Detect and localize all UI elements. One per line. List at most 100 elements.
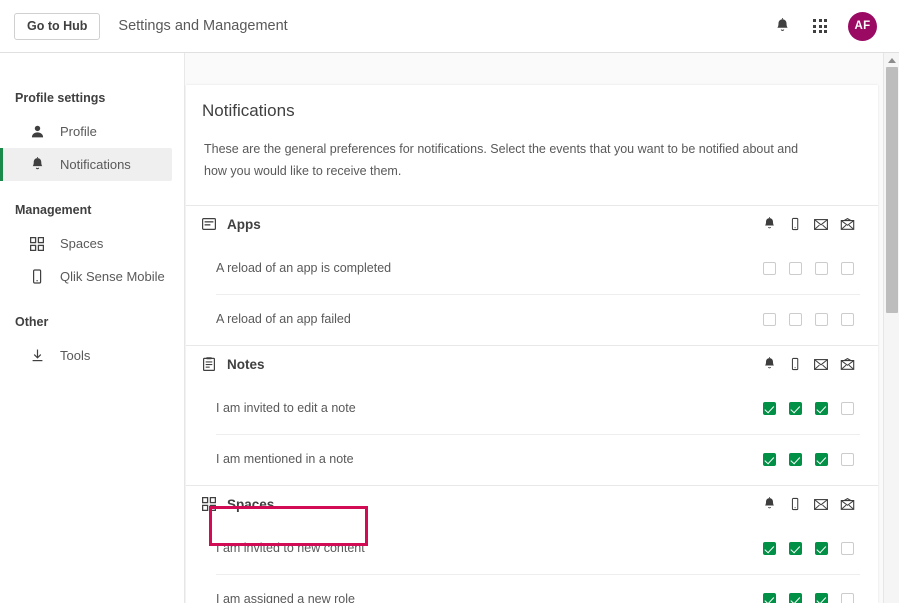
envelope-icon[interactable] bbox=[808, 218, 834, 230]
top-bar: Go to Hub Settings and Management AF bbox=[0, 0, 899, 53]
channel-checkboxes bbox=[756, 452, 860, 466]
channel-checkboxes bbox=[756, 592, 860, 603]
download-icon bbox=[28, 348, 46, 363]
checkbox-inapp[interactable] bbox=[762, 541, 776, 555]
checkbox-cell-email bbox=[808, 541, 834, 555]
checkbox-mobile[interactable] bbox=[788, 452, 802, 466]
checkbox-mobile[interactable] bbox=[788, 312, 802, 326]
channel-column-icons bbox=[756, 357, 860, 371]
checkbox-mobile[interactable] bbox=[788, 401, 802, 415]
option-label: I am assigned a new role bbox=[216, 592, 355, 603]
checkbox-cell-digest bbox=[834, 401, 860, 415]
sidebar-item-label: Spaces bbox=[60, 236, 104, 251]
checkbox-mobile[interactable] bbox=[788, 541, 802, 555]
checkbox-cell-mobile bbox=[782, 312, 808, 326]
checkbox-cell-inapp bbox=[756, 452, 782, 466]
notifications-settings-card: Notifications These are the general pref… bbox=[186, 85, 878, 603]
table-row-highlighted: I am invited to new content bbox=[186, 523, 878, 574]
checkbox-cell-digest bbox=[834, 312, 860, 326]
option-label: I am mentioned in a note bbox=[216, 452, 354, 467]
checkbox-cell-email bbox=[808, 592, 834, 603]
checkbox-cell-email bbox=[808, 261, 834, 275]
sidebar-item-qlik-sense-mobile[interactable]: Qlik Sense Mobile bbox=[0, 260, 172, 293]
mobile-device-icon bbox=[28, 269, 46, 284]
table-row: A reload of an app is completed bbox=[186, 243, 878, 294]
envelope-digest-icon[interactable] bbox=[834, 498, 860, 511]
checkbox-cell-digest bbox=[834, 541, 860, 555]
envelope-icon[interactable] bbox=[808, 358, 834, 370]
checkbox-digest[interactable] bbox=[840, 541, 854, 555]
sidebar-item-spaces[interactable]: Spaces bbox=[0, 227, 172, 260]
sidebar-navigation: Profile settings Profile Notifications M… bbox=[0, 53, 185, 603]
scrollbar-thumb[interactable] bbox=[886, 67, 898, 313]
sidebar-item-tools[interactable]: Tools bbox=[0, 339, 172, 372]
sidebar-group-profile-settings: Profile settings Profile Notifications bbox=[0, 91, 184, 181]
checkbox-digest[interactable] bbox=[840, 261, 854, 275]
grid-squares-icon bbox=[200, 497, 217, 512]
checkbox-mobile[interactable] bbox=[788, 261, 802, 275]
checkbox-mobile[interactable] bbox=[788, 592, 802, 603]
checkbox-cell-digest bbox=[834, 452, 860, 466]
envelope-digest-icon[interactable] bbox=[834, 358, 860, 371]
mobile-device-icon[interactable] bbox=[782, 497, 808, 511]
sidebar-item-notifications[interactable]: Notifications bbox=[0, 148, 172, 181]
checkbox-digest[interactable] bbox=[840, 452, 854, 466]
note-icon bbox=[200, 357, 217, 372]
mobile-device-icon[interactable] bbox=[782, 217, 808, 231]
checkbox-email[interactable] bbox=[814, 312, 828, 326]
section-header: Spaces bbox=[186, 484, 878, 523]
checkbox-email[interactable] bbox=[814, 592, 828, 603]
notification-sections: Apps A reload of an app is completed A r… bbox=[186, 204, 878, 603]
channel-checkboxes bbox=[756, 261, 860, 275]
option-label: A reload of an app failed bbox=[216, 312, 351, 327]
go-to-hub-button[interactable]: Go to Hub bbox=[14, 12, 101, 40]
checkbox-digest[interactable] bbox=[840, 401, 854, 415]
checkbox-cell-inapp bbox=[756, 541, 782, 555]
checkbox-cell-digest bbox=[834, 261, 860, 275]
sidebar-item-label: Notifications bbox=[60, 157, 131, 172]
grid-squares-icon bbox=[28, 236, 46, 251]
checkbox-cell-inapp bbox=[756, 261, 782, 275]
checkbox-inapp[interactable] bbox=[762, 452, 776, 466]
channel-column-icons bbox=[756, 497, 860, 511]
mobile-device-icon[interactable] bbox=[782, 357, 808, 371]
checkbox-email[interactable] bbox=[814, 541, 828, 555]
app-sheet-icon bbox=[200, 218, 217, 231]
checkbox-email[interactable] bbox=[814, 261, 828, 275]
table-row: I am assigned a new role bbox=[186, 573, 878, 603]
table-row: I am invited to edit a note bbox=[186, 383, 878, 434]
app-launcher-grid-icon[interactable] bbox=[810, 16, 830, 36]
checkbox-inapp[interactable] bbox=[762, 401, 776, 415]
checkbox-cell-inapp bbox=[756, 592, 782, 603]
checkbox-email[interactable] bbox=[814, 452, 828, 466]
checkbox-cell-email bbox=[808, 312, 834, 326]
checkbox-inapp[interactable] bbox=[762, 592, 776, 603]
sidebar-item-label: Qlik Sense Mobile bbox=[60, 269, 165, 284]
page-description: These are the general preferences for no… bbox=[204, 142, 799, 178]
checkbox-inapp[interactable] bbox=[762, 261, 776, 275]
checkbox-inapp[interactable] bbox=[762, 312, 776, 326]
checkbox-email[interactable] bbox=[814, 401, 828, 415]
sidebar-group-management: Management Spaces Qlik Sense Mobile bbox=[0, 203, 184, 293]
checkbox-cell-email bbox=[808, 401, 834, 415]
bell-icon[interactable] bbox=[756, 357, 782, 371]
page-title: Notifications bbox=[202, 101, 295, 120]
bell-icon[interactable] bbox=[756, 217, 782, 231]
sidebar-group-title: Profile settings bbox=[15, 91, 106, 105]
envelope-icon[interactable] bbox=[808, 498, 834, 510]
checkbox-digest[interactable] bbox=[840, 592, 854, 603]
top-bar-actions: AF bbox=[772, 11, 885, 41]
table-row: I am mentioned in a note bbox=[186, 433, 878, 485]
sidebar-item-label: Tools bbox=[60, 348, 91, 363]
checkbox-cell-inapp bbox=[756, 312, 782, 326]
section-spaces: Spaces I am invited to new content I am … bbox=[186, 484, 878, 603]
envelope-digest-icon[interactable] bbox=[834, 218, 860, 231]
checkbox-cell-email bbox=[808, 452, 834, 466]
sidebar-item-profile[interactable]: Profile bbox=[0, 115, 172, 148]
bell-icon[interactable] bbox=[756, 497, 782, 511]
checkbox-digest[interactable] bbox=[840, 312, 854, 326]
notification-bell-icon[interactable] bbox=[772, 16, 792, 36]
vertical-scrollbar[interactable] bbox=[883, 53, 899, 603]
user-avatar[interactable]: AF bbox=[848, 11, 877, 41]
scroll-up-arrow-icon[interactable] bbox=[884, 53, 899, 67]
